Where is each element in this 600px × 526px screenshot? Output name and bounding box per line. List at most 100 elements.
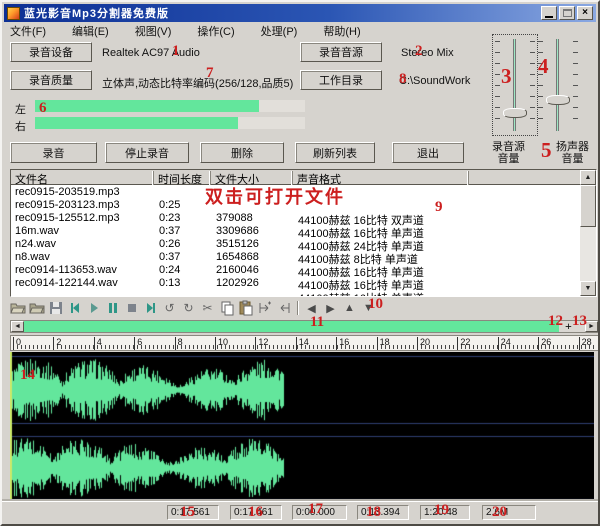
record-source-value: Stereo Mix <box>401 47 454 59</box>
table-row[interactable]: rec0915-203123.mp3 0:25 <box>11 199 580 212</box>
pause-icon[interactable] <box>103 299 122 317</box>
ruler-label: 12 <box>258 337 269 347</box>
paste-icon[interactable] <box>236 299 255 317</box>
menu-item-1[interactable]: 编辑(E) <box>66 22 115 40</box>
status-panel: 0:00.000 <box>292 505 347 520</box>
table-row[interactable]: n24.wav 0:26 3515126 44100赫兹 24比特 单声道 <box>11 238 580 253</box>
cell-name: 16m.wav <box>15 225 60 237</box>
menu-item-5[interactable]: 帮助(H) <box>317 22 366 40</box>
scrollbar-thumb[interactable] <box>580 185 596 227</box>
stop-record-button[interactable]: 停止录音 <box>105 142 189 163</box>
status-panel: 0:17.561 <box>167 505 219 520</box>
ruler-label: 8 <box>177 337 183 347</box>
status-panel: 2.6M <box>482 505 536 520</box>
cell-size: 379088 <box>216 212 253 224</box>
slider-track <box>556 39 559 131</box>
refresh-list-button[interactable]: 刷新列表 <box>295 142 375 163</box>
status-panel: 1:20.48 <box>420 505 470 520</box>
record-quality-button[interactable]: 录音质量 <box>10 70 92 90</box>
ruler-label: 20 <box>420 337 431 347</box>
record-device-button[interactable]: 录音设备 <box>10 42 92 62</box>
column-header-filesize[interactable]: 文件大小 <box>211 171 293 186</box>
cell-size: 2160046 <box>216 264 259 276</box>
file-list-scrollbar[interactable]: ▲ ▼ <box>580 170 596 296</box>
speaker-volume-slider[interactable] <box>536 35 580 135</box>
table-row[interactable]: rec0914-122144.wav 0:13 1202926 44100赫兹 16比… <box>11 277 580 292</box>
position-fill <box>24 321 559 332</box>
window-title: 蓝光影音Mp3分割器免费版 <box>24 8 169 20</box>
table-row[interactable]: 44100赫兹 16比特 单声道 <box>11 290 580 296</box>
cut-icon[interactable]: ✂ <box>198 299 217 317</box>
stop-icon[interactable] <box>122 299 141 317</box>
copy-icon[interactable] <box>217 299 236 317</box>
file-list: 文件名 时间长度 文件大小 声音格式 rec0915-203519.mp3 rec… <box>10 169 597 297</box>
skip-end-icon[interactable] <box>141 299 160 317</box>
cell-size: 1654868 <box>216 251 259 263</box>
exit-button[interactable]: 退出 <box>392 142 464 163</box>
cell-name: n24.wav <box>15 238 56 250</box>
table-row[interactable]: rec0915-125512.mp3 0:23 379088 44100赫兹 16比特… <box>11 212 580 227</box>
maximize-button[interactable] <box>559 6 575 20</box>
file-list-header: 文件名 时间长度 文件大小 声音格式 <box>11 170 580 186</box>
cell-format: 44100赫兹 16比特 单声道 <box>298 290 424 296</box>
play-icon[interactable] <box>84 299 103 317</box>
redo-icon[interactable]: ↻ <box>179 299 198 317</box>
cell-time: 0:13 <box>159 277 181 289</box>
cell-time: 0:37 <box>159 225 181 237</box>
scroll-right-icon[interactable]: ► <box>585 321 598 332</box>
level-meter-left <box>35 100 305 112</box>
cell-name: rec0915-203123.mp3 <box>15 199 120 211</box>
undo-icon[interactable]: ↺ <box>160 299 179 317</box>
title-bar: 蓝光影音Mp3分割器免费版 × <box>4 4 596 22</box>
slider-ticks <box>495 41 500 129</box>
triangle-right-icon[interactable]: ▶ <box>321 299 340 317</box>
toolbar-separator <box>297 301 298 315</box>
close-button[interactable]: × <box>577 6 593 20</box>
table-row[interactable]: 16m.wav 0:37 3309686 44100赫兹 16比特 单声道 <box>11 225 580 240</box>
mark-in-icon[interactable] <box>255 299 274 317</box>
record-volume-slider[interactable] <box>492 34 538 136</box>
time-ruler: 0 2 4 6 8 10 12 14 16 18 20 22 24 26 28 <box>10 335 598 351</box>
scroll-up-icon[interactable]: ▲ <box>580 170 596 185</box>
triangle-down-icon[interactable]: ▼ <box>359 299 378 317</box>
file-list-body: rec0915-203519.mp3 rec0915-203123.mp3 0:25… <box>11 186 580 296</box>
open-file-icon[interactable] <box>8 299 27 317</box>
column-header-filename[interactable]: 文件名 <box>11 171 154 186</box>
column-header-format[interactable]: 声音格式 <box>293 171 469 186</box>
meter-left-label: 左 <box>15 104 26 116</box>
ruler-label: 26 <box>541 337 552 347</box>
cell-size: 1202926 <box>216 277 259 289</box>
position-scrollbar[interactable]: ◄ ► <box>10 320 598 333</box>
ruler-label: 28 <box>581 337 592 347</box>
record-button[interactable]: 录音 <box>10 142 97 163</box>
record-source-button[interactable]: 录音音源 <box>300 42 382 62</box>
menu-item-2[interactable]: 视图(V) <box>129 22 178 40</box>
slider-thumb[interactable] <box>546 95 570 105</box>
table-row[interactable]: n8.wav 0:37 1654868 44100赫兹 8比特 单声道 <box>11 251 580 266</box>
skip-start-icon[interactable] <box>65 299 84 317</box>
mark-out-icon[interactable] <box>274 299 293 317</box>
work-dir-button[interactable]: 工作目录 <box>300 70 382 90</box>
column-header-duration[interactable]: 时间长度 <box>154 171 211 186</box>
ruler-label: 4 <box>96 337 102 347</box>
triangle-left-icon[interactable]: ◀ <box>302 299 321 317</box>
triangle-up-icon[interactable]: ▲ <box>340 299 359 317</box>
record-quality-value: 立体声,动态比特率编码(256/128,品质5) <box>102 78 294 90</box>
scroll-left-icon[interactable]: ◄ <box>11 321 24 332</box>
cell-name: rec0915-203519.mp3 <box>15 186 120 198</box>
table-row[interactable]: rec0915-203519.mp3 <box>11 186 580 199</box>
menu-item-4[interactable]: 处理(P) <box>255 22 304 40</box>
waveform-display[interactable] <box>10 352 594 504</box>
scroll-down-icon[interactable]: ▼ <box>580 281 596 296</box>
menu-item-3[interactable]: 操作(C) <box>191 22 240 40</box>
open-folder-icon[interactable] <box>27 299 46 317</box>
slider-thumb[interactable] <box>503 108 527 118</box>
table-row[interactable]: rec0914-113653.wav 0:24 2160046 44100赫兹 16比… <box>11 264 580 279</box>
ruler-label: 22 <box>460 337 471 347</box>
minimize-button[interactable] <box>541 6 557 20</box>
menu-item-0[interactable]: 文件(F) <box>4 22 52 40</box>
delete-button[interactable]: 删除 <box>200 142 284 163</box>
ruler-label: 6 <box>137 337 143 347</box>
save-icon[interactable] <box>46 299 65 317</box>
ruler-label: 16 <box>339 337 350 347</box>
